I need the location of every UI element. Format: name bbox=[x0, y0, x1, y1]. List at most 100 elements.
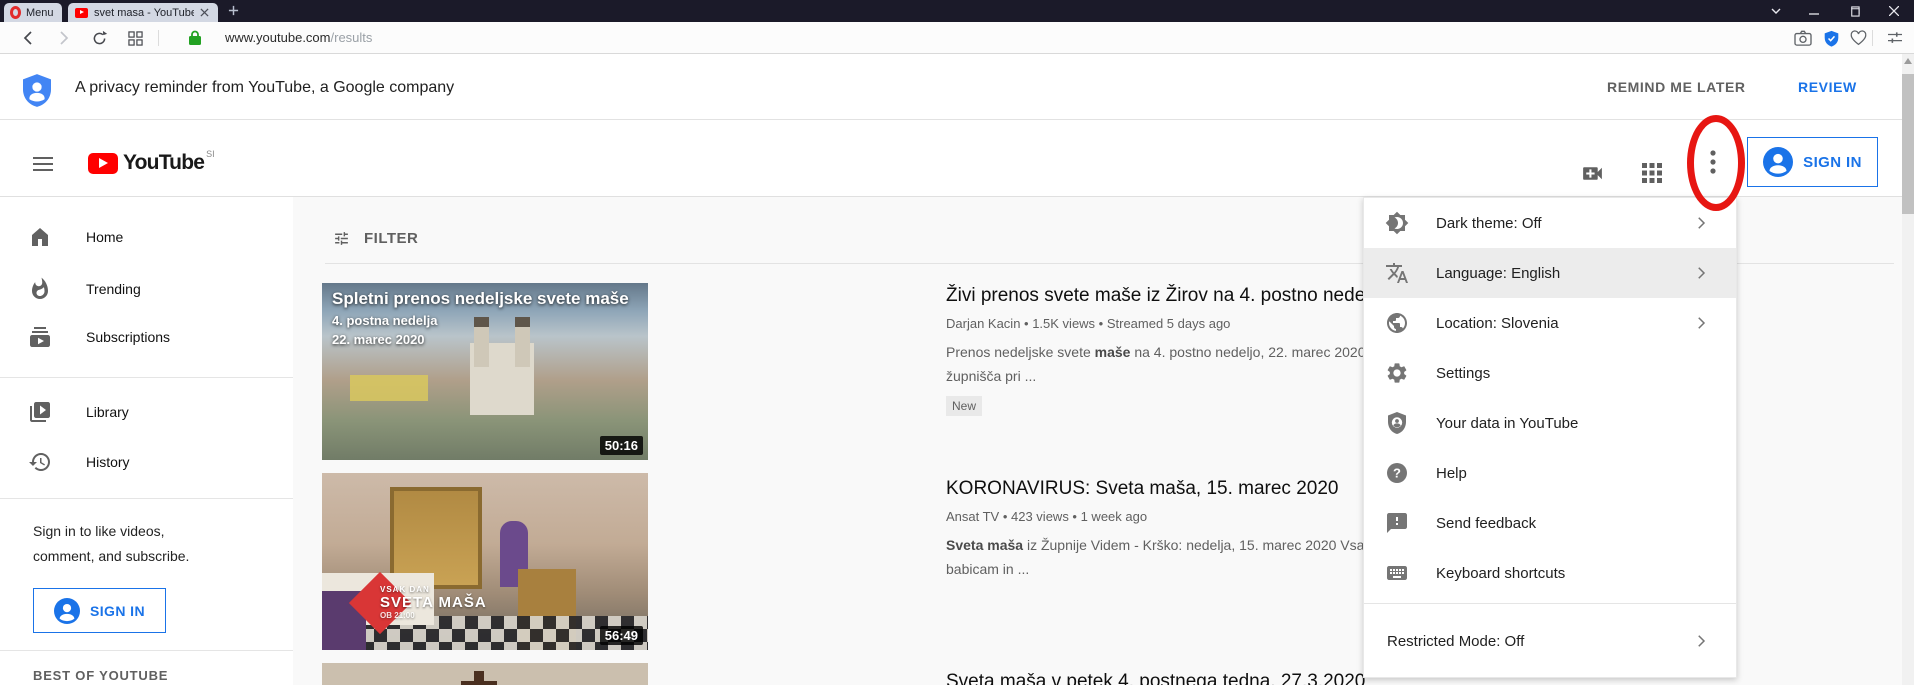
heart-bookmark-icon[interactable] bbox=[1847, 27, 1869, 49]
sidebar-item-subscriptions[interactable]: Subscriptions bbox=[0, 313, 293, 361]
opera-logo-icon bbox=[10, 6, 21, 19]
menu-item-dark-theme[interactable]: Dark theme: Off bbox=[1364, 198, 1736, 248]
youtube-play-icon bbox=[88, 153, 118, 174]
sidebar-divider bbox=[0, 377, 293, 378]
duration-badge: 56:49 bbox=[600, 626, 643, 645]
ssl-lock-icon[interactable] bbox=[184, 27, 206, 49]
thumbnail-cross-horizontal bbox=[461, 681, 497, 685]
youtube-logo[interactable]: YouTube SI bbox=[88, 151, 215, 175]
toolbar-separator bbox=[158, 30, 159, 46]
svg-text:?: ? bbox=[1393, 466, 1401, 481]
thumbnail-overlay-title: Spletni prenos nedeljske svete maše bbox=[332, 289, 629, 309]
history-icon bbox=[28, 450, 52, 474]
tab-tiles-icon[interactable] bbox=[124, 27, 146, 49]
video-meta-1: Darjan Kacin • 1.5K views • Streamed 5 d… bbox=[946, 316, 1230, 331]
gear-icon bbox=[1385, 361, 1409, 385]
easy-setup-sliders-icon[interactable] bbox=[1884, 27, 1906, 49]
reload-button[interactable] bbox=[88, 27, 110, 49]
shield-person-icon bbox=[1385, 411, 1409, 435]
opera-menu-button[interactable]: Menu bbox=[4, 3, 62, 22]
scrollbar-thumb[interactable] bbox=[1902, 74, 1914, 214]
country-code: SI bbox=[206, 149, 215, 159]
close-button[interactable] bbox=[1886, 3, 1902, 19]
video-thumbnail-2[interactable]: VSAK DAN SVETA MAŠA OB 21:00 56:49 bbox=[322, 473, 648, 650]
browser-window: Menu svet masa - YouTube bbox=[0, 0, 1914, 685]
review-button[interactable]: REVIEW bbox=[1798, 79, 1857, 95]
chevron-right-icon bbox=[1692, 264, 1710, 282]
home-icon bbox=[28, 225, 52, 249]
subscriptions-icon bbox=[28, 325, 52, 349]
translate-icon bbox=[1385, 261, 1409, 285]
annotation-red-circle bbox=[1687, 115, 1745, 211]
minimize-button[interactable] bbox=[1806, 3, 1822, 19]
diamond-badge-text: VSAK DAN SVETA MAŠA OB 21:00 bbox=[380, 585, 487, 620]
toolbar-separator-2 bbox=[1872, 30, 1873, 46]
globe-icon bbox=[1385, 311, 1409, 335]
remind-me-later-button[interactable]: REMIND ME LATER bbox=[1607, 79, 1746, 95]
library-icon bbox=[28, 400, 52, 424]
menu-item-language[interactable]: Language: English bbox=[1364, 248, 1736, 298]
menu-item-location[interactable]: Location: Slovenia bbox=[1364, 298, 1736, 348]
camera-snapshot-icon[interactable] bbox=[1792, 27, 1814, 49]
sidebar-guide: Home Trending Subscriptions Library Hist… bbox=[0, 197, 293, 685]
maximize-button[interactable] bbox=[1846, 3, 1862, 19]
menu-item-settings[interactable]: Settings bbox=[1364, 348, 1736, 398]
keyboard-icon bbox=[1385, 561, 1409, 585]
url-path: /results bbox=[331, 30, 373, 45]
video-title-2[interactable]: KORONAVIRUS: Sveta maša, 15. marec 2020 bbox=[946, 478, 1338, 500]
youtube-wordmark: YouTube bbox=[123, 151, 204, 175]
tab-list-chevron-icon[interactable] bbox=[1768, 3, 1784, 19]
tab-close-icon[interactable] bbox=[200, 8, 209, 17]
chevron-right-icon bbox=[1692, 632, 1710, 650]
menu-item-keyboard-shortcuts[interactable]: Keyboard shortcuts bbox=[1364, 548, 1736, 598]
browser-tab[interactable]: svet masa - YouTube bbox=[68, 3, 218, 22]
video-title-3[interactable]: Sveta maša v petek 4. postnega tedna, 27… bbox=[946, 671, 1365, 685]
video-meta-2: Ansat TV • 423 views • 1 week ago bbox=[946, 509, 1147, 524]
sidebar-divider-3 bbox=[0, 650, 293, 651]
trending-flame-icon bbox=[28, 277, 52, 301]
menu-item-your-data[interactable]: Your data in YouTube bbox=[1364, 398, 1736, 448]
avatar-icon bbox=[54, 598, 80, 624]
thumbnail-yellow-building bbox=[350, 375, 428, 401]
header-sign-in-button[interactable]: SIGN IN bbox=[1747, 137, 1878, 187]
guide-hamburger-button[interactable] bbox=[33, 153, 53, 175]
youtube-apps-icon[interactable] bbox=[1642, 163, 1662, 188]
sidebar-item-library[interactable]: Library bbox=[0, 388, 293, 436]
browser-toolbar: www.youtube.com/results bbox=[0, 22, 1914, 54]
menu-item-restricted-mode[interactable]: Restricted Mode: Off bbox=[1364, 616, 1736, 666]
feedback-icon bbox=[1385, 511, 1409, 535]
chevron-right-icon bbox=[1692, 314, 1710, 332]
chevron-right-icon bbox=[1692, 214, 1710, 232]
header-sign-in-label: SIGN IN bbox=[1803, 154, 1862, 171]
filter-label: FILTER bbox=[364, 230, 418, 247]
filter-button[interactable]: FILTER bbox=[333, 230, 418, 247]
sidebar-item-history[interactable]: History bbox=[0, 438, 293, 486]
menu-divider bbox=[1364, 603, 1736, 604]
browser-tab-bar: Menu svet masa - YouTube bbox=[0, 0, 1914, 22]
dark-theme-icon bbox=[1385, 211, 1409, 235]
settings-dropdown-menu: Dark theme: Off Language: English Locati… bbox=[1363, 197, 1737, 678]
sidebar-sign-in-button[interactable]: SIGN IN bbox=[33, 588, 166, 633]
church-tower-left bbox=[474, 317, 489, 367]
scrollbar-up-arrow[interactable] bbox=[1904, 58, 1912, 64]
opera-menu-label: Menu bbox=[26, 7, 54, 19]
menu-item-send-feedback[interactable]: Send feedback bbox=[1364, 498, 1736, 548]
upload-video-icon[interactable] bbox=[1580, 161, 1605, 191]
shield-check-icon[interactable] bbox=[1820, 27, 1842, 49]
video-thumbnail-1[interactable]: Spletni prenos nedeljske svete maše 4. p… bbox=[322, 283, 648, 460]
menu-item-help[interactable]: ? Help bbox=[1364, 448, 1736, 498]
best-of-youtube-heading: BEST OF YOUTUBE bbox=[33, 668, 168, 683]
sidebar-item-home[interactable]: Home bbox=[0, 213, 293, 261]
sidebar-sign-in-label: SIGN IN bbox=[90, 603, 145, 619]
address-bar[interactable]: www.youtube.com/results bbox=[225, 30, 372, 45]
page-scrollbar[interactable] bbox=[1902, 54, 1914, 685]
new-tab-button[interactable] bbox=[228, 5, 239, 16]
url-host: www.youtube.com bbox=[225, 30, 331, 45]
back-button[interactable] bbox=[18, 27, 40, 49]
sidebar-item-trending[interactable]: Trending bbox=[0, 265, 293, 313]
forward-button[interactable] bbox=[52, 27, 74, 49]
privacy-banner-message: A privacy reminder from YouTube, a Googl… bbox=[75, 79, 454, 97]
tab-title: svet masa - YouTube bbox=[94, 7, 194, 19]
video-thumbnail-3[interactable] bbox=[322, 663, 648, 685]
new-badge: New bbox=[946, 396, 982, 416]
